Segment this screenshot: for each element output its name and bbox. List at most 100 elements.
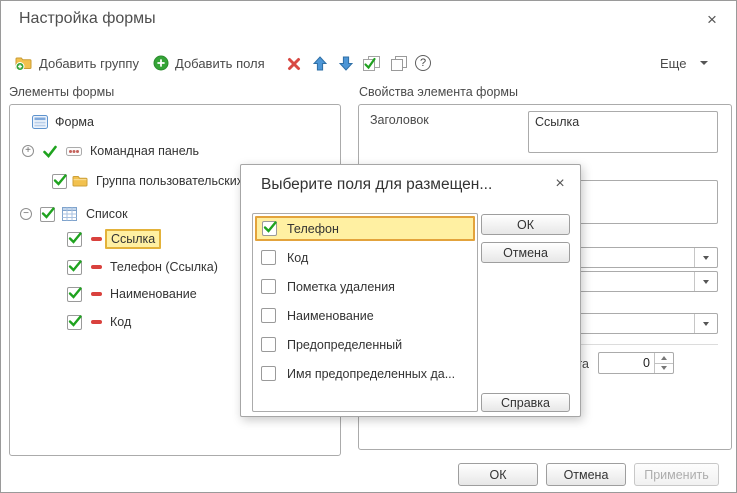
move-down-button[interactable]: [336, 54, 356, 72]
dropdown-arrow-icon: [703, 280, 709, 284]
dialog-ok-button[interactable]: ОК: [481, 214, 570, 235]
cancel-button[interactable]: Отмена: [546, 463, 626, 486]
move-up-button[interactable]: [310, 54, 330, 72]
field-icon: [91, 237, 102, 241]
spinner-down-button[interactable]: [655, 364, 673, 374]
checkbox-unchecked[interactable]: [261, 308, 276, 323]
height-spinner[interactable]: 0: [598, 352, 674, 374]
list-item-label: Телефон: [287, 222, 339, 236]
checkmark-icon: [68, 286, 82, 299]
selected-tree-item-label: Ссылка: [105, 229, 161, 249]
ok-button[interactable]: ОК: [458, 463, 538, 486]
combo-dropdown-button[interactable]: [694, 314, 717, 333]
checkbox-checked[interactable]: [67, 260, 82, 275]
tree-item-label: Код: [110, 315, 131, 329]
list-item[interactable]: Код: [253, 243, 477, 272]
add-circle-icon: [153, 55, 169, 71]
checkmark-icon[interactable]: [43, 145, 57, 158]
more-label: Еще: [660, 56, 686, 71]
chevron-down-icon: [700, 61, 708, 65]
table-icon: [62, 207, 77, 221]
checkbox-checked[interactable]: [262, 221, 277, 236]
title-field-label: Заголовок: [370, 113, 429, 127]
spinner-down-icon: [661, 366, 667, 370]
tree-item-label: Список: [86, 207, 128, 221]
checkmark-icon: [53, 173, 67, 186]
delete-x-icon: [287, 57, 301, 71]
dialog-field-list: Телефон Код Пометка удаления Наименовани…: [252, 213, 478, 412]
title-input-value: Ссылка: [535, 115, 579, 129]
more-button[interactable]: Еще: [660, 54, 708, 72]
checkbox-checked[interactable]: [67, 232, 82, 247]
combo-dropdown-button[interactable]: [694, 272, 717, 291]
tree-item-label: Группа пользовательских: [96, 174, 243, 188]
list-item-label: Код: [287, 251, 308, 265]
checkbox-unchecked[interactable]: [261, 250, 276, 265]
checkmark-icon: [68, 231, 82, 244]
list-item[interactable]: Предопределенный: [253, 330, 477, 359]
tree-item-label: Командная панель: [90, 144, 199, 158]
expand-icon[interactable]: +: [22, 145, 34, 157]
checkbox-unchecked[interactable]: [261, 337, 276, 352]
add-fields-label: Добавить поля: [175, 56, 265, 71]
checkbox-checked[interactable]: [40, 207, 55, 222]
dropdown-arrow-icon: [703, 322, 709, 326]
list-item[interactable]: Наименование: [253, 301, 477, 330]
checkbox-checked[interactable]: [67, 315, 82, 330]
folder-icon: [72, 175, 88, 187]
folder-plus-icon: [15, 55, 33, 71]
checkmark-icon: [68, 259, 82, 272]
dropdown-arrow-icon: [703, 256, 709, 260]
form-settings-window: Настройка формы × Добавить группу Добави…: [0, 0, 737, 493]
delete-button[interactable]: [284, 55, 304, 73]
checkbox-checked[interactable]: [52, 174, 67, 189]
checkbox-checked[interactable]: [67, 287, 82, 302]
dialog-help-button[interactable]: Справка: [481, 393, 570, 412]
list-item-selected[interactable]: Телефон: [255, 216, 475, 241]
title-input[interactable]: Ссылка: [528, 111, 718, 153]
add-group-button[interactable]: Добавить группу: [15, 53, 139, 73]
height-spinner-value[interactable]: 0: [599, 353, 654, 373]
combo-dropdown-button[interactable]: [694, 248, 717, 267]
dialog-title: Выберите поля для размещен...: [261, 176, 492, 194]
check-all-icon: [362, 55, 381, 72]
tree-item-label: Форма: [55, 115, 94, 129]
list-item[interactable]: Пометка удаления: [253, 272, 477, 301]
collapse-icon[interactable]: −: [20, 208, 32, 220]
list-item-label: Имя предопределенных да...: [287, 367, 455, 381]
dialog-cancel-button[interactable]: Отмена: [481, 242, 570, 263]
arrow-up-icon: [313, 56, 327, 71]
apply-button: Применить: [634, 463, 719, 486]
field-icon: [91, 292, 102, 296]
tree-item-command-bar[interactable]: + Командная панель: [11, 139, 339, 163]
uncheck-all-button[interactable]: [389, 54, 409, 72]
check-all-button[interactable]: [361, 54, 381, 72]
spinner-buttons[interactable]: [654, 353, 673, 373]
add-group-label: Добавить группу: [39, 56, 139, 71]
checkmark-icon: [41, 206, 55, 219]
checkmark-icon: [68, 314, 82, 327]
list-item-label: Наименование: [287, 309, 374, 323]
uncheck-all-icon: [390, 55, 408, 72]
select-fields-dialog: Выберите поля для размещен... × Телефон …: [240, 164, 581, 417]
list-item-label: Предопределенный: [287, 338, 402, 352]
window-title: Настройка формы: [19, 10, 156, 28]
field-icon: [91, 320, 102, 324]
add-fields-button[interactable]: Добавить поля: [153, 53, 265, 73]
left-panel-header: Элементы формы: [9, 85, 114, 99]
list-item[interactable]: Имя предопределенных да...: [253, 359, 477, 388]
checkbox-unchecked[interactable]: [261, 279, 276, 294]
spinner-up-button[interactable]: [655, 353, 673, 364]
tree-item-label: Наименование: [110, 287, 197, 301]
tree-item-form[interactable]: Форма: [11, 110, 339, 134]
tree-item-label: Телефон (Ссылка): [110, 260, 218, 274]
help-icon[interactable]: ?: [415, 55, 431, 71]
checkbox-unchecked[interactable]: [261, 366, 276, 381]
arrow-down-icon: [339, 56, 353, 71]
list-item-label: Пометка удаления: [287, 280, 395, 294]
dialog-close-icon[interactable]: ×: [549, 173, 571, 195]
close-icon[interactable]: ×: [700, 8, 724, 32]
field-icon: [91, 265, 102, 269]
command-bar-icon: [66, 147, 82, 156]
checkmark-icon: [263, 220, 277, 233]
